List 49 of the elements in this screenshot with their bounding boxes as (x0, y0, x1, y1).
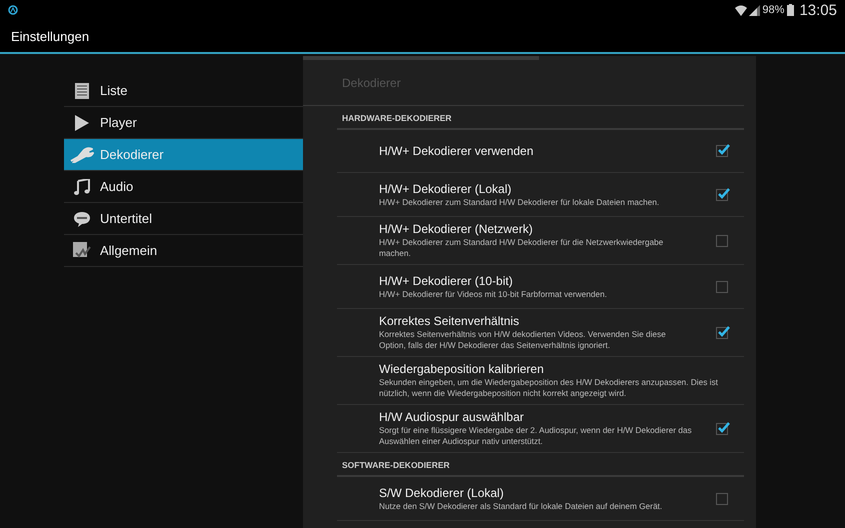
checkbox[interactable] (716, 188, 728, 200)
sidebar-item[interactable]: Untertitel (64, 203, 303, 235)
preference-row[interactable]: Wiedergabeposition kalibrieren Sekunden eingeben, um die Wiedergabeposition des H/W Dekodierers anzupassen. Dies ist nützlich, wenn die Wiedergabeposition nicht korrekt angezeigt wird. (337, 357, 744, 405)
list-icon (75, 82, 89, 98)
preference-summary: H/W+ Dekodierer zum Standard H/W Dekodierer für die Netzwerkwiedergabe machen. (379, 237, 664, 259)
preference-title: S/W Dekodierer (Lokal) (379, 486, 505, 500)
signal-icon (749, 4, 760, 16)
sidebar-item[interactable]: Audio (64, 171, 303, 203)
wrench-icon (70, 146, 94, 162)
preference-row[interactable]: H/W+ Dekodierer (Netzwerk) H/W+ Dekodierer zum Standard H/W Dekodierer für die Netzwerkwiedergabe machen. (337, 217, 744, 265)
preference-title: H/W Audiospur auswählbar (379, 410, 525, 424)
sidebar-item[interactable]: Dekodierer (64, 139, 303, 171)
section-header: SOFTWARE-DEKODIERER (337, 453, 744, 477)
music-note-icon (74, 178, 90, 194)
preference-title: H/W+ Dekodierer (Lokal) (379, 182, 512, 196)
preference-summary: Sekunden eingeben, um die Wiedergabeposition des H/W Dekodierers anzupassen. Dies ist nützlich, wenn die Wiedergabeposition nicht korrekt angezeigt wird. (379, 377, 719, 399)
checkbox[interactable] (716, 234, 728, 246)
preference-title: H/W+ Dekodierer (Netzwerk) (379, 222, 534, 236)
preference-summary: H/W+ Dekodierer für Videos mit 10-bit Farbformat verwenden. (379, 288, 608, 300)
preference-summary: Sorgt für eine flüssigere Wiedergabe der 2. Audiospur, wenn der H/W Dekodierer das Auswählen einer Audiospur nativ unterstützt. (379, 425, 693, 447)
screen-title: Einstellungen (11, 28, 90, 44)
preference-row[interactable]: H/W+ Dekodierer verwenden (337, 130, 744, 173)
section-header: HARDWARE-DEKODIERER (337, 106, 744, 130)
preference-summary: H/W+ Dekodierer zum Standard H/W Dekodierer für lokale Dateien machen. (379, 196, 660, 208)
preference-title: Korrektes Seitenverhältnis (379, 314, 520, 328)
preference-title: Wiedergabeposition kalibrieren (379, 362, 545, 376)
battery-icon (787, 4, 794, 16)
chat-bubble-icon (74, 210, 90, 226)
preference-title: H/W+ Dekodierer (10-bit) (379, 274, 514, 288)
preference-row[interactable]: H/W+ Dekodierer (10-bit) H/W+ Dekodierer für Videos mit 10-bit Farbformat verwenden. (337, 265, 744, 309)
app-icon (8, 5, 18, 15)
preference-row[interactable]: Korrektes Seitenverhältnis Korrektes Seitenverhältnis von H/W dekodierten Videos. Verwenden Sie diese Option, falls der H/W Dekodierer das Seitenverhältnis ignoriert. (337, 309, 744, 357)
checkbox[interactable] (716, 280, 728, 292)
checkbox[interactable] (716, 326, 728, 338)
battery-percent: 98% (762, 4, 784, 16)
checkbox[interactable] (716, 145, 728, 157)
preference-row[interactable]: H/W+ Dekodierer (Lokal) H/W+ Dekodierer zum Standard H/W Dekodierer für lokale Dateien machen. (337, 173, 744, 217)
preference-row[interactable]: S/W Dekodierer (Lokal) Nutze den S/W Dekodierer als Standard für lokale Dateien auf deinem Gerät. (337, 477, 744, 521)
play-icon (75, 114, 89, 130)
preference-summary: Nutze den S/W Dekodierer als Standard für lokale Dateien auf deinem Gerät. (379, 500, 664, 512)
preference-summary: Korrektes Seitenverhältnis von H/W dekodierten Videos. Verwenden Sie diese Option, falls der H/W Dekodierer das Seitenverhältnis ignoriert. (379, 329, 667, 351)
preference-title: H/W+ Dekodierer verwenden (379, 144, 534, 158)
clock-time: 13:05 (799, 2, 837, 18)
sidebar-item[interactable]: Allgemein (64, 235, 303, 267)
checklist-icon (73, 242, 91, 259)
checkbox[interactable] (716, 422, 728, 434)
checkbox[interactable] (716, 492, 728, 504)
preference-row[interactable]: H/W Audiospur auswählbar Sorgt für eine flüssigere Wiedergabe der 2. Audiospur, wenn der H/W Dekodierer das Auswählen einer Audiospur nativ unterstützt. (337, 405, 744, 453)
sidebar-item[interactable]: Liste (64, 75, 303, 107)
